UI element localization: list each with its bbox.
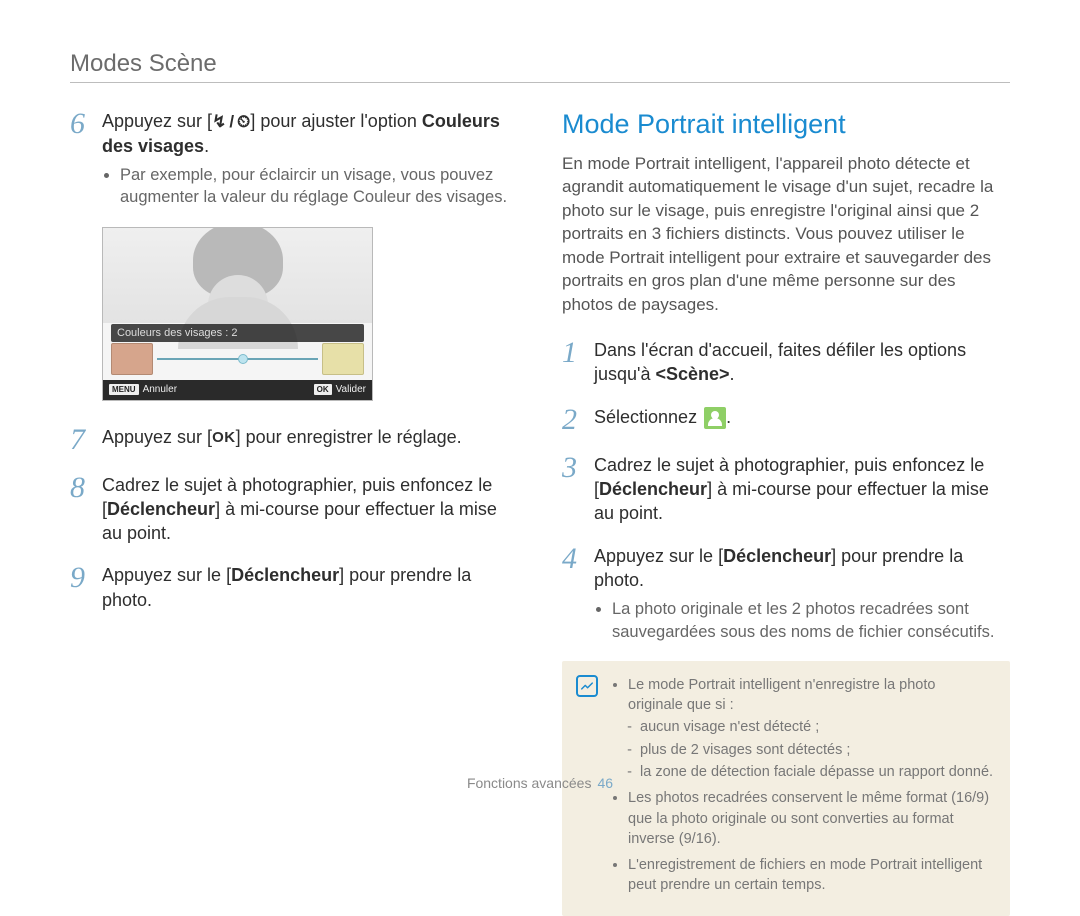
shutter-label: Déclencheur — [107, 499, 215, 519]
step-text: Sélectionnez . — [594, 405, 731, 435]
text: ] pour ajuster l'option — [250, 111, 422, 131]
flash-icon: ↯ — [212, 111, 226, 134]
two-column-layout: 6 Appuyez sur [↯/⏲] pour ajuster l'optio… — [70, 109, 1010, 916]
text: . — [726, 407, 731, 427]
text: Appuyez sur [ — [102, 427, 212, 447]
shutter-label: Déclencheur — [599, 479, 707, 499]
text-line1: Cadrez le sujet à photographier, puis en… — [594, 455, 984, 475]
step-3: 3 Cadrez le sujet à photographier, puis … — [562, 453, 1010, 526]
step-number: 2 — [562, 405, 584, 435]
menu-badge: MENU — [109, 384, 139, 395]
step-number: 1 — [562, 338, 584, 387]
note-subitem: plus de 2 visages sont détectés ; — [640, 740, 994, 760]
footer-label: Fonctions avancées — [467, 775, 592, 791]
step-number: 7 — [70, 425, 92, 455]
page-footer: Fonctions avancées 46 — [0, 775, 1080, 791]
cancel-label: Annuler — [143, 384, 177, 395]
camera-screen-illustration: Couleurs des visages : 2 MENU Annuler OK V… — [102, 227, 373, 401]
step-text: Dans l'écran d'accueil, faites défiler l… — [594, 338, 1010, 387]
step-text: Appuyez sur le [Déclencheur] pour prendr… — [594, 544, 1010, 643]
sub-item: Par exemple, pour éclaircir un visage, v… — [120, 164, 518, 209]
ok-icon: OK — [212, 428, 236, 448]
slider-handle — [238, 354, 248, 364]
heading-rule — [70, 82, 1010, 83]
thumbnail-light — [322, 343, 364, 375]
step-2: 2 Sélectionnez . — [562, 405, 1010, 435]
flash-timer-icons: ↯/⏲ — [212, 111, 250, 134]
menu-cancel: MENU Annuler — [109, 384, 177, 395]
step-number: 6 — [70, 109, 92, 209]
text: Appuyez sur le [ — [594, 546, 723, 566]
validate-label: Valider — [336, 384, 366, 395]
step-text: Cadrez le sujet à photographier, puis en… — [102, 473, 518, 546]
note-item: Les photos recadrées conservent le même … — [628, 788, 994, 849]
step-sublist: La photo originale et les 2 photos recad… — [594, 598, 1010, 643]
camera-preview — [103, 228, 372, 323]
section-paragraph: En mode Portrait intelligent, l'appareil… — [562, 152, 1010, 316]
note-subitem: aucun visage n'est détecté ; — [640, 717, 994, 737]
text: Appuyez sur [ — [102, 111, 212, 131]
step-7: 7 Appuyez sur [OK] pour enregistrer le r… — [70, 425, 518, 455]
scene-label: <Scène> — [655, 364, 729, 384]
adjustment-slider-row — [111, 344, 364, 374]
text: . — [730, 364, 735, 384]
step-4: 4 Appuyez sur le [Déclencheur] pour pren… — [562, 544, 1010, 643]
portrait-intelligent-icon — [704, 407, 726, 429]
step-text: Cadrez le sujet à photographier, puis en… — [594, 453, 1010, 526]
step-8: 8 Cadrez le sujet à photographier, puis … — [70, 473, 518, 546]
step-text: Appuyez sur le [Déclencheur] pour prendr… — [102, 563, 518, 612]
step-number: 8 — [70, 473, 92, 546]
note-text: Le mode Portrait intelligent n'enregistr… — [628, 677, 935, 713]
ok-badge: OK — [314, 384, 332, 395]
step-number: 9 — [70, 563, 92, 612]
sub-item: La photo originale et les 2 photos recad… — [612, 598, 1010, 643]
step-6: 6 Appuyez sur [↯/⏲] pour ajuster l'optio… — [70, 109, 518, 209]
page-number: 46 — [597, 775, 613, 791]
note-icon — [576, 675, 598, 697]
text: ] pour enregistrer le réglage. — [236, 427, 462, 447]
shutter-label: Déclencheur — [231, 565, 339, 585]
setting-label: Couleurs des visages : 2 — [111, 324, 364, 342]
section-heading: Mode Portrait intelligent — [562, 109, 1010, 140]
step-number: 4 — [562, 544, 584, 643]
note-sublist: aucun visage n'est détecté ; plus de 2 v… — [628, 717, 994, 782]
step-text: Appuyez sur [↯/⏲] pour ajuster l'option … — [102, 109, 518, 209]
note-item: L'enregistrement de fichiers en mode Por… — [628, 855, 994, 896]
right-column: Mode Portrait intelligent En mode Portra… — [562, 109, 1010, 916]
step-9: 9 Appuyez sur le [Déclencheur] pour pren… — [70, 563, 518, 612]
note-item: Le mode Portrait intelligent n'enregistr… — [628, 675, 994, 782]
slider-track — [157, 358, 318, 360]
text: Appuyez sur le [ — [102, 565, 231, 585]
camera-bottom-bar: MENU Annuler OK Valider — [103, 380, 372, 400]
step-1: 1 Dans l'écran d'accueil, faites défiler… — [562, 338, 1010, 387]
ok-validate: OK Valider — [314, 384, 366, 395]
left-column: 6 Appuyez sur [↯/⏲] pour ajuster l'optio… — [70, 109, 518, 916]
text: . — [204, 136, 209, 156]
text: Dans l'écran d'accueil, faites défiler l… — [594, 340, 966, 384]
slash: / — [229, 111, 234, 134]
page-title: Modes Scène — [70, 50, 1010, 78]
text: Sélectionnez — [594, 407, 702, 427]
step-sublist: Par exemple, pour éclaircir un visage, v… — [102, 164, 518, 209]
shutter-label: Déclencheur — [723, 546, 831, 566]
text-line1: Cadrez le sujet à photographier, puis en… — [102, 475, 492, 495]
step-number: 3 — [562, 453, 584, 526]
step-text: Appuyez sur [OK] pour enregistrer le rég… — [102, 425, 462, 455]
thumbnail-dark — [111, 343, 153, 375]
timer-icon: ⏲ — [237, 111, 250, 134]
